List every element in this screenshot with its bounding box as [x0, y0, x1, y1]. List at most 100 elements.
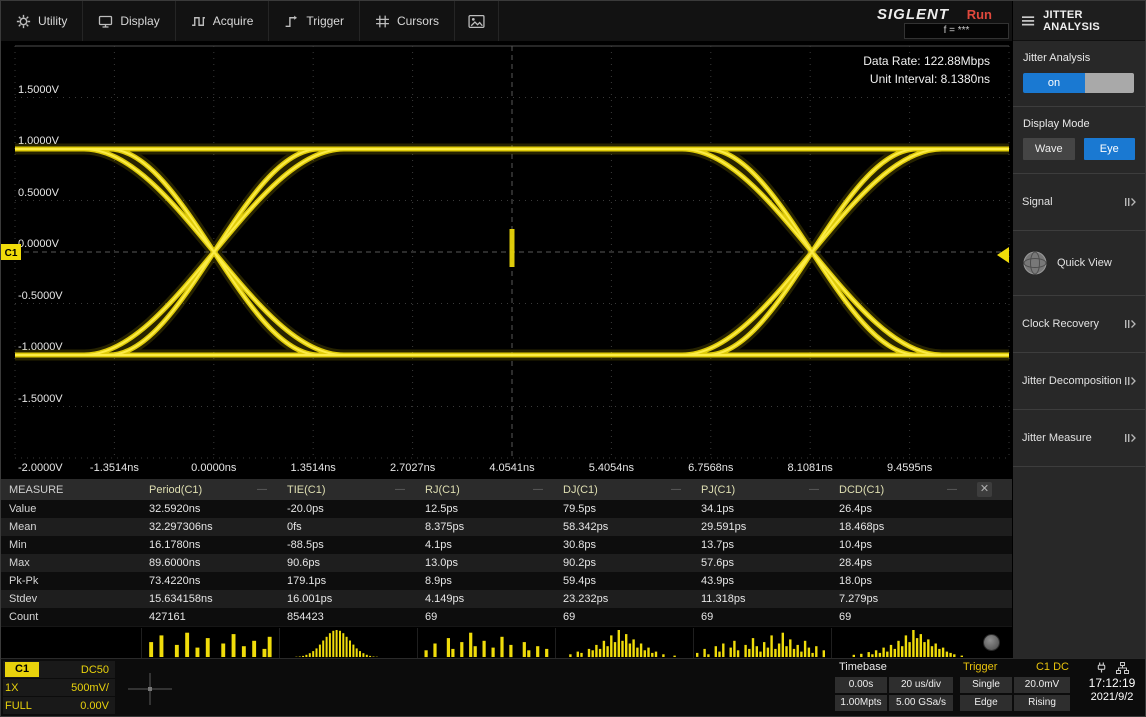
measure-cell: 16.001ps	[287, 593, 333, 605]
row-label: Mean	[9, 521, 37, 533]
table-row: Count 427161 854423 69 69 69 69	[1, 608, 1014, 626]
menu-utility-label: Utility	[38, 14, 68, 28]
measure-cell: 69	[563, 611, 576, 623]
trigger-icon	[285, 15, 298, 27]
trigger-level-marker[interactable]	[997, 247, 1009, 263]
screenshot-icon	[468, 14, 485, 28]
column-header: TIE(C1) —	[287, 483, 405, 496]
channel1-status[interactable]: C1 DC50 1X 500mV/ FULL 0.00V	[3, 661, 115, 716]
menu-icon[interactable]	[1022, 15, 1035, 27]
measure-cell: 4.149ps	[425, 593, 465, 605]
trigger-slope: Rising	[1014, 695, 1070, 711]
measure-cell: 69	[425, 611, 438, 623]
eye-mode-button[interactable]: Eye	[1083, 138, 1135, 160]
sidebar-item-quick-view[interactable]: Quick View	[1013, 231, 1145, 295]
measure-cell: 32.297306ns	[149, 521, 213, 533]
timebase-status[interactable]: Timebase 0.00s 20 us/div 1.00Mpts 5.00 G…	[835, 659, 955, 716]
frequency-counter: f = ***	[904, 23, 1009, 39]
trigger-level: 20.0mV	[1014, 677, 1070, 693]
top-menu-bar: Utility Display Acquire Trigger Cursors …	[1, 1, 1014, 41]
measure-cell: 854423	[287, 611, 324, 623]
sidebar-item-jitter-decomposition[interactable]: Jitter Decomposition	[1013, 353, 1145, 409]
menu-utility[interactable]: Utility	[1, 1, 84, 41]
histogram-label: Histogram	[9, 633, 82, 651]
table-row: Value 32.5920ns -20.0ps 12.5ps 79.5ps 34.1ps 2…	[1, 500, 1014, 518]
row-label: Stdev	[9, 593, 38, 605]
trigger-status[interactable]: Trigger C1 DC Single 20.0mV Edge Rising	[960, 659, 1072, 716]
trigger-title: Trigger	[963, 661, 998, 673]
histogram-period	[141, 627, 279, 658]
measure-cell: 29.591ps	[701, 521, 747, 533]
display-mode-label: Display Mode	[1023, 118, 1090, 130]
measure-cell: 0fs	[287, 521, 302, 533]
display-mode-section: Display Mode Wave Eye	[1013, 107, 1145, 173]
measure-cell: 13.7ps	[701, 539, 735, 551]
table-row: Stdev 15.634158ns 16.001ps 4.149ps 23.232ps 1…	[1, 590, 1014, 608]
measure-cell: 90.6ps	[287, 557, 321, 569]
measure-cell: 28.4ps	[839, 557, 873, 569]
column-header: DJ(C1) —	[563, 483, 681, 496]
measure-cell: 18.0ps	[839, 575, 873, 587]
eye-diagram-plot: C1 Data Rate: 122.88Mbps Unit Interval: …	[1, 41, 1014, 479]
histogram-dcd	[831, 627, 969, 658]
trigger-mode: Single	[960, 677, 1012, 693]
column-header: DCD(C1) —	[839, 483, 957, 496]
gear-icon	[16, 14, 31, 28]
timebase-points: 1.00Mpts	[835, 695, 887, 711]
eye-trace	[15, 149, 1009, 355]
menu-display-label: Display	[120, 14, 160, 28]
column-option-dash: —	[947, 484, 957, 495]
measure-cell: -20.0ps	[287, 503, 324, 515]
date-display: 2021/9/2	[1090, 691, 1134, 703]
measure-cell: 34.1ps	[701, 503, 735, 515]
channel-coupling: DC50	[80, 663, 109, 676]
table-row: Mean 32.297306ns 0fs 8.375ps 58.342ps 29.591p…	[1, 518, 1014, 536]
histogram-options-button[interactable]	[983, 634, 1000, 651]
jitter-analysis-section: Jitter Analysis on	[1013, 41, 1145, 106]
quick-view-label: Quick View	[1057, 257, 1112, 269]
time-display: 17:12:19	[1088, 676, 1136, 690]
lan-icon	[1115, 661, 1129, 674]
column-header: RJ(C1) —	[425, 483, 543, 496]
menu-acquire[interactable]: Acquire	[176, 1, 270, 41]
x-axis-label: 8.1081ns	[787, 462, 833, 474]
close-icon[interactable]: ✕	[977, 482, 992, 497]
channel-scale: 500mV/	[71, 681, 109, 694]
measure-cell: -88.5ps	[287, 539, 324, 551]
channel-marker[interactable]: C1	[1, 244, 21, 260]
unit-interval-readout: Unit Interval: 8.1380ns	[869, 72, 990, 86]
sidebar-item-clock-recovery[interactable]: Clock Recovery	[1013, 296, 1145, 352]
menu-trigger[interactable]: Trigger	[269, 1, 360, 41]
table-row: Max 89.6000ns 90.6ps 13.0ps 90.2ps 57.6ps 28.4…	[1, 554, 1014, 572]
channel-offset: 0.00V	[80, 699, 109, 712]
trigger-position-indicator	[115, 659, 185, 716]
menu-display[interactable]: Display	[83, 1, 176, 41]
histogram-pj	[693, 627, 831, 658]
menu-cursors[interactable]: Cursors	[360, 1, 455, 41]
wave-mode-button[interactable]: Wave	[1023, 138, 1075, 160]
sidebar-item-jitter-measure[interactable]: Jitter Measure	[1013, 410, 1145, 466]
measure-cell: 10.4ps	[839, 539, 873, 551]
timebase-title: Timebase	[839, 661, 887, 673]
histogram-row: Histogram	[1, 626, 1014, 658]
measure-cell: 15.634158ns	[149, 593, 213, 605]
trigger-type: Edge	[960, 695, 1012, 711]
acquire-icon	[191, 16, 205, 26]
brand-logo: SIGLENT	[876, 6, 949, 23]
screenshot-button[interactable]	[455, 1, 499, 41]
run-status[interactable]: Run	[967, 7, 992, 22]
jitter-analysis-toggle[interactable]: on	[1023, 73, 1134, 93]
measure-cell: 23.232ps	[563, 593, 609, 605]
sidebar-item-signal[interactable]: Signal	[1013, 174, 1145, 230]
x-axis-label: 6.7568ns	[688, 462, 734, 474]
measure-cell: 8.9ps	[425, 575, 452, 587]
signal-readout: Data Rate: 122.88Mbps Unit Interval: 8.1…	[863, 52, 990, 88]
jitter-analysis-label: Jitter Analysis	[1023, 52, 1091, 64]
column-option-dash: —	[809, 484, 819, 495]
measure-cell: 30.8ps	[563, 539, 597, 551]
quick-view-icon	[1023, 251, 1047, 275]
row-label: Min	[9, 539, 27, 551]
measure-cell: 7.279ps	[839, 593, 879, 605]
menu-acquire-label: Acquire	[212, 14, 254, 28]
toggle-on-label: on	[1023, 73, 1085, 93]
